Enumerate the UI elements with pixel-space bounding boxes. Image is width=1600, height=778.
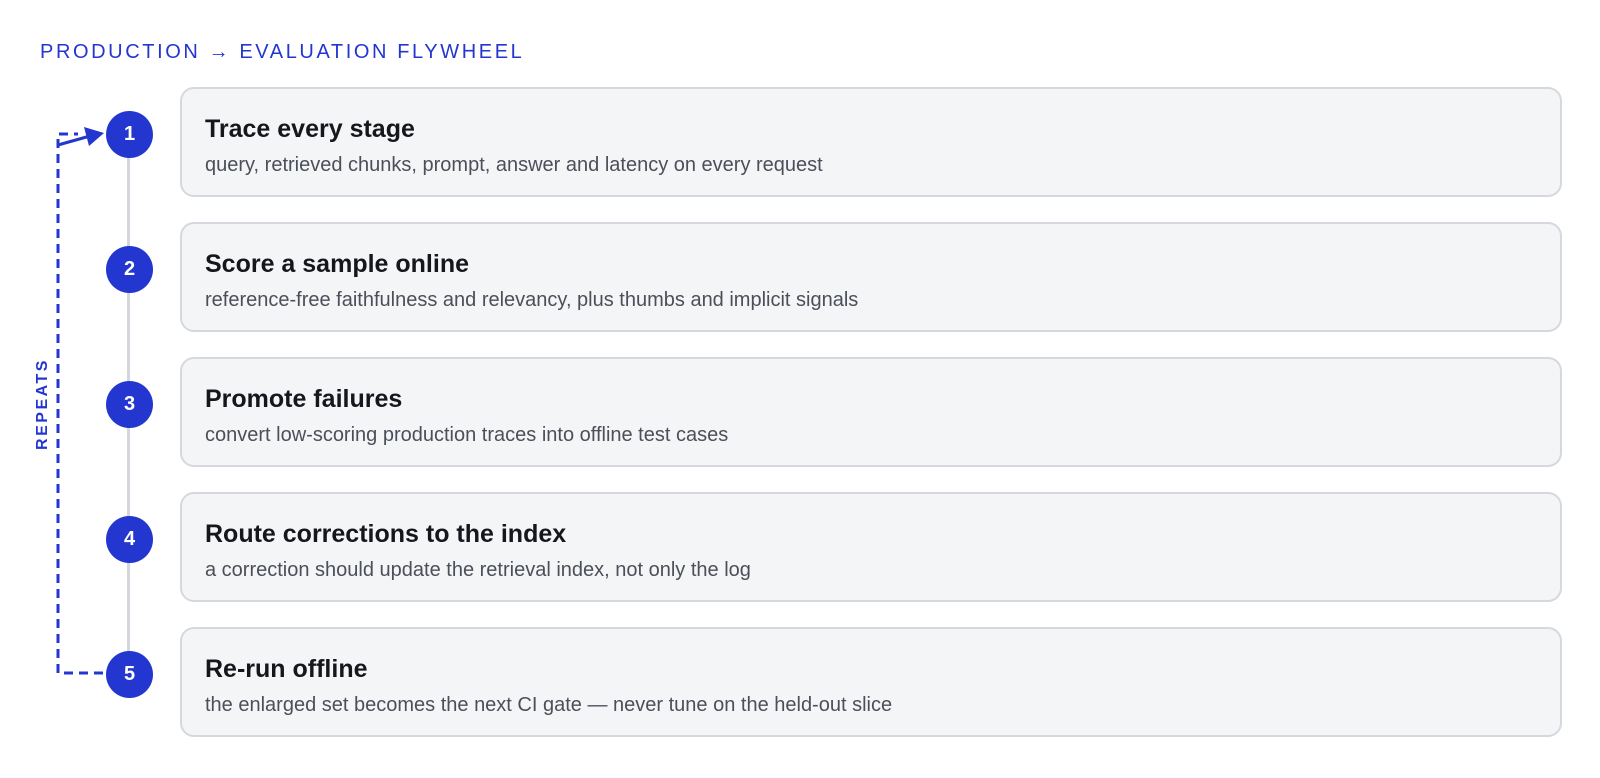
- step-card-5: Re-run offline the enlarged set becomes …: [180, 627, 1562, 737]
- step-node-3: 3: [106, 381, 153, 428]
- repeats-label: REPEATS: [34, 358, 51, 450]
- step-description: a correction should update the retrieval…: [205, 559, 751, 581]
- step-card-1: Trace every stage query, retrieved chunk…: [180, 87, 1562, 197]
- step-card-4: Route corrections to the index a correct…: [180, 492, 1562, 602]
- step-title: Route corrections to the index: [205, 520, 567, 548]
- step-title: Promote failures: [205, 385, 403, 413]
- step-description: convert low-scoring production traces in…: [205, 424, 729, 446]
- step-node-5: 5: [106, 651, 153, 698]
- step-card-2: Score a sample online reference-free fai…: [180, 222, 1562, 332]
- step-node-1: 1: [106, 111, 153, 158]
- step-title: Score a sample online: [205, 250, 469, 278]
- step-node-2: 2: [106, 246, 153, 293]
- step-description: reference-free faithfulness and relevanc…: [205, 289, 859, 311]
- step-card-3: Promote failures convert low-scoring pro…: [180, 357, 1562, 467]
- step-description: query, retrieved chunks, prompt, answer …: [205, 154, 823, 176]
- step-title: Trace every stage: [205, 115, 415, 143]
- step-description: the enlarged set becomes the next CI gat…: [205, 694, 893, 716]
- repeat-loop-arrow: [56, 127, 104, 675]
- step-title: Re-run offline: [205, 655, 368, 683]
- step-node-4: 4: [106, 516, 153, 563]
